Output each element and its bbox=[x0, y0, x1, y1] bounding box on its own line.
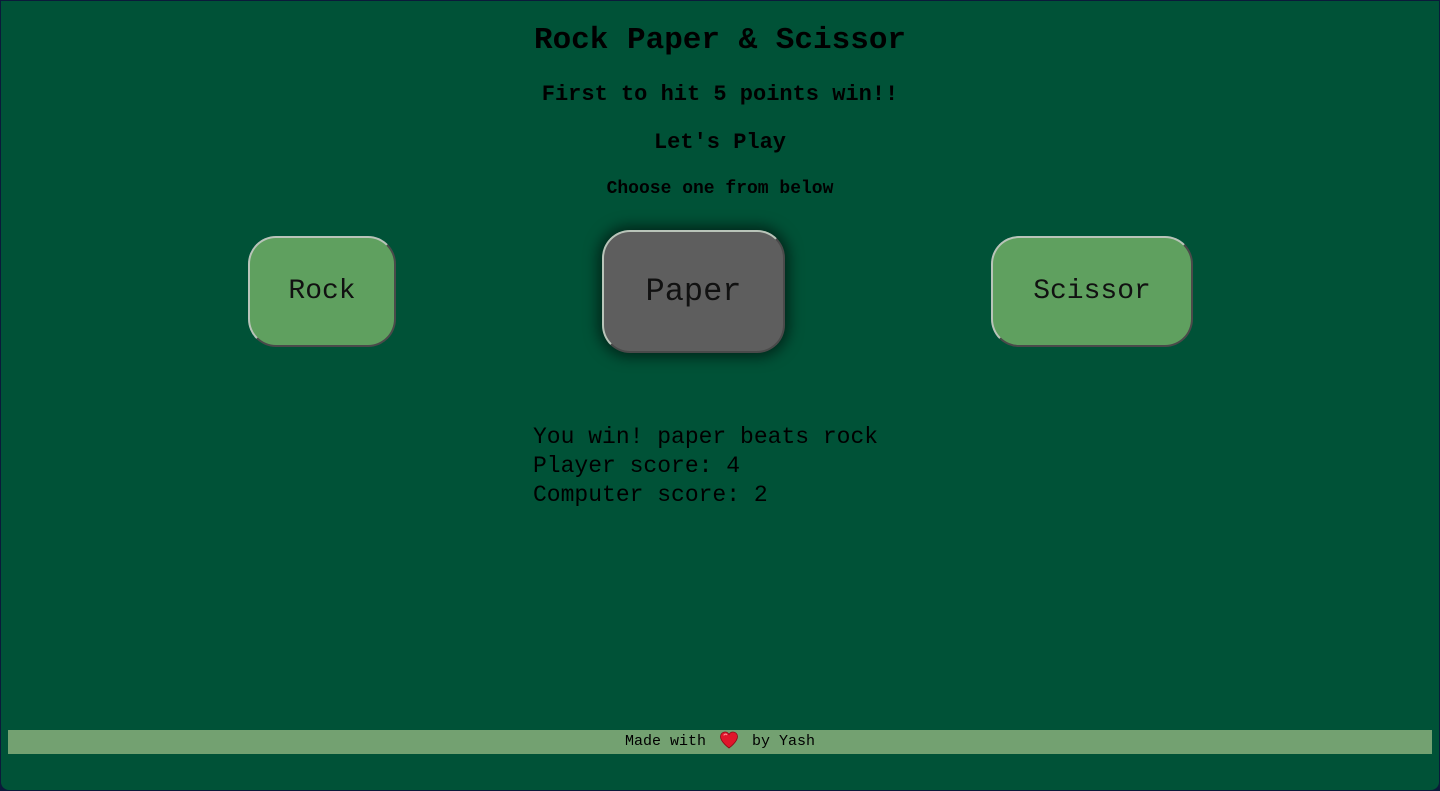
result-panel: You win! paper beats rock Player score: … bbox=[533, 423, 878, 510]
paper-button[interactable]: Paper bbox=[602, 230, 785, 353]
round-result-message: You win! paper beats rock bbox=[533, 424, 879, 450]
footer-prefix: Made with bbox=[624, 733, 706, 750]
page-title: Rock Paper & Scissor bbox=[533, 23, 907, 58]
heart-icon bbox=[719, 730, 739, 750]
choose-instruction: Choose one from below bbox=[606, 179, 834, 199]
rock-button[interactable]: Rock bbox=[248, 236, 396, 347]
footer-suffix: by Yash bbox=[752, 733, 816, 750]
scissor-button[interactable]: Scissor bbox=[991, 236, 1193, 347]
game-rules: First to hit 5 points win!! bbox=[541, 82, 899, 107]
lets-play-heading: Let's Play bbox=[653, 130, 787, 155]
footer: Made with by Yash bbox=[8, 730, 1432, 754]
player-score: Player score: 4 bbox=[533, 453, 741, 479]
game-container: Rock Paper & Scissor First to hit 5 poin… bbox=[1, 1, 1439, 790]
computer-score: Computer score: 2 bbox=[533, 482, 768, 508]
